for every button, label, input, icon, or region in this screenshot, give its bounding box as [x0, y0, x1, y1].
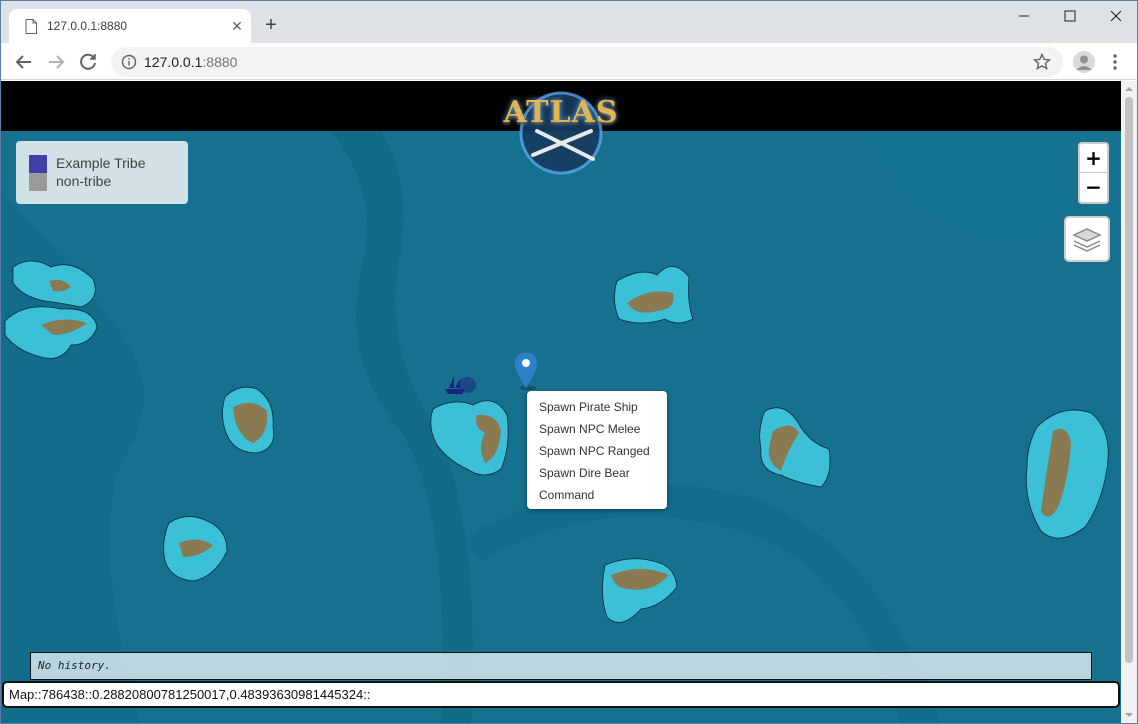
- back-arrow-icon[interactable]: [11, 49, 37, 75]
- kebab-menu-icon[interactable]: [1107, 52, 1123, 72]
- tab-title: 127.0.0.1:8880: [47, 19, 128, 33]
- tab-strip: 127.0.0.1:8880 ✕ +: [1, 1, 1137, 43]
- legend-swatch: [29, 173, 47, 191]
- url-port: :8880: [202, 54, 238, 70]
- zoom-out-button[interactable]: −: [1080, 173, 1107, 202]
- menu-item-command[interactable]: Command: [527, 484, 667, 506]
- ship-icon[interactable]: [441, 373, 477, 397]
- legend-swatch: [29, 155, 47, 173]
- legend-label: non-tribe: [56, 173, 112, 189]
- browser-tab[interactable]: 127.0.0.1:8880 ✕: [9, 9, 251, 43]
- logo-text: ATLAS: [503, 95, 619, 130]
- reload-icon[interactable]: [75, 49, 101, 75]
- layers-control[interactable]: [1064, 216, 1110, 262]
- star-icon[interactable]: [1033, 53, 1051, 71]
- info-icon[interactable]: [121, 54, 137, 70]
- profile-icon[interactable]: [1073, 51, 1095, 73]
- page-viewport: ATLAS Example Tribe non-tribe + − Spawn …: [1, 81, 1121, 723]
- menu-item-spawn-dire-bear[interactable]: Spawn Dire Bear: [527, 462, 667, 484]
- scroll-up-icon[interactable]: [1125, 85, 1133, 93]
- zoom-in-button[interactable]: +: [1080, 144, 1107, 173]
- map-pin-icon[interactable]: [513, 351, 539, 391]
- tribe-legend: Example Tribe non-tribe: [16, 141, 188, 204]
- history-text: No history.: [38, 659, 111, 672]
- legend-label: Example Tribe: [56, 155, 146, 171]
- command-history: No history.: [30, 652, 1092, 680]
- map-context-menu: Spawn Pirate Ship Spawn NPC Melee Spawn …: [527, 391, 667, 509]
- scroll-down-icon[interactable]: [1125, 711, 1133, 719]
- browser-window: 127.0.0.1:8880 ✕ + 127.0.0.1:8880 ATLAS …: [0, 0, 1138, 724]
- forward-arrow-icon[interactable]: [43, 49, 69, 75]
- url-text: 127.0.0.1:8880: [144, 54, 237, 70]
- vertical-scrollbar[interactable]: [1121, 81, 1137, 723]
- scroll-thumb[interactable]: [1125, 97, 1133, 663]
- menu-item-spawn-npc-ranged[interactable]: Spawn NPC Ranged: [527, 440, 667, 462]
- browser-toolbar: 127.0.0.1:8880: [1, 43, 1137, 80]
- menu-item-spawn-npc-melee[interactable]: Spawn NPC Melee: [527, 418, 667, 440]
- maximize-icon[interactable]: [1047, 1, 1093, 31]
- zoom-control: + −: [1078, 142, 1109, 204]
- atlas-logo: ATLAS: [493, 81, 629, 177]
- url-host: 127.0.0.1: [144, 54, 203, 70]
- page-icon: [25, 19, 37, 34]
- layers-icon: [1072, 228, 1102, 252]
- plus-icon[interactable]: +: [261, 15, 281, 35]
- close-icon[interactable]: ✕: [229, 18, 245, 34]
- menu-item-spawn-pirate-ship[interactable]: Spawn Pirate Ship: [527, 396, 667, 418]
- address-bar[interactable]: 127.0.0.1:8880: [111, 47, 1063, 77]
- command-input[interactable]: [2, 681, 1120, 708]
- minimize-icon[interactable]: [1001, 1, 1047, 31]
- close-window-icon[interactable]: [1093, 1, 1138, 31]
